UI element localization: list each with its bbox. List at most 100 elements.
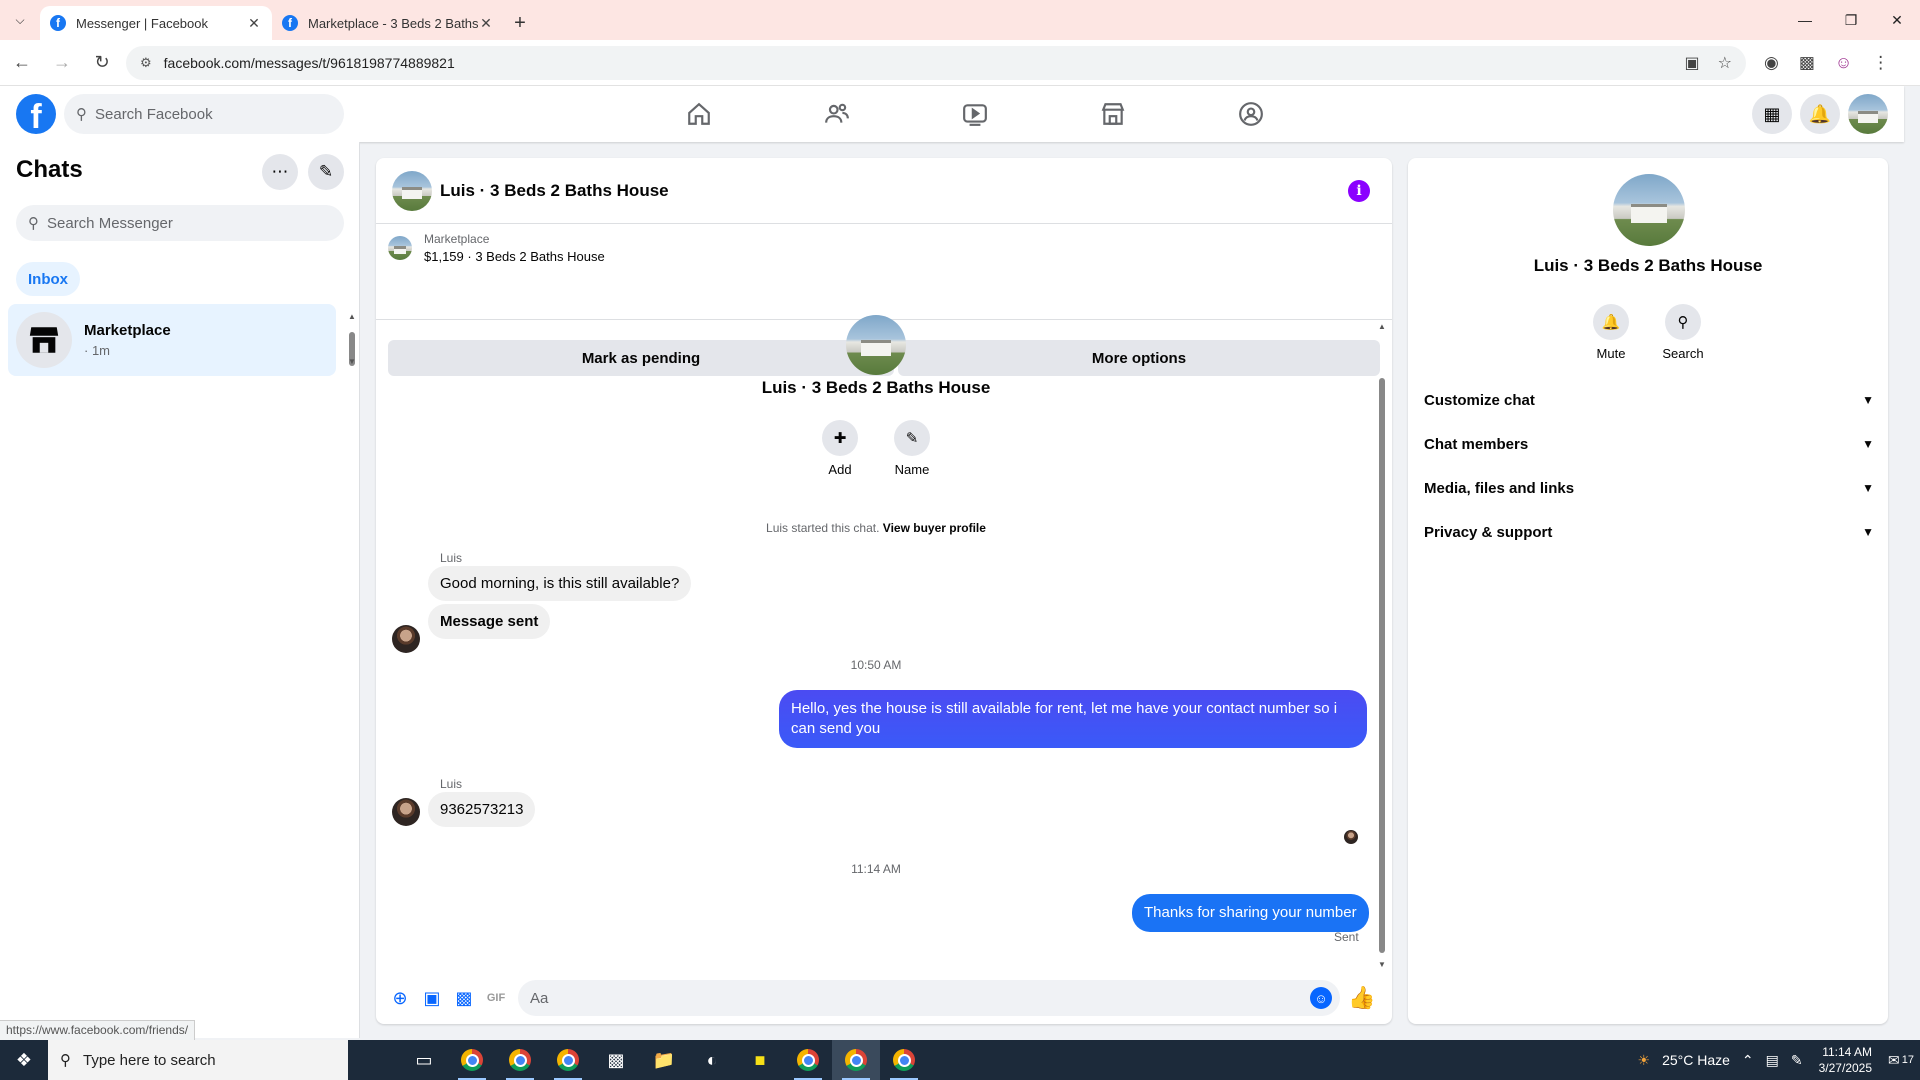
outgoing-message[interactable]: Thanks for sharing your number: [1132, 894, 1369, 932]
restore-icon[interactable]: ❐: [1828, 0, 1874, 40]
search-placeholder: Search Facebook: [95, 105, 213, 123]
chrome-app-icon[interactable]: [496, 1040, 544, 1080]
new-message-icon[interactable]: ✎: [308, 154, 344, 190]
chrome-app-icon[interactable]: [544, 1040, 592, 1080]
friends-icon[interactable]: [768, 86, 906, 142]
close-window-icon[interactable]: ✕: [1874, 0, 1920, 40]
sender-avatar[interactable]: [392, 798, 420, 826]
chevron-down-icon: ▼: [1862, 525, 1874, 539]
incoming-message[interactable]: 9362573213: [428, 792, 536, 827]
mute-button[interactable]: 🔔 Mute: [1576, 304, 1646, 361]
name-chat-button[interactable]: ✎ Name: [882, 420, 942, 477]
forward-icon[interactable]: →: [44, 45, 80, 81]
profile-icon[interactable]: ☺: [1835, 53, 1852, 73]
close-tab-icon[interactable]: ✕: [246, 15, 262, 32]
notifications-bell-icon[interactable]: 🔔: [1800, 94, 1840, 134]
video-icon[interactable]: [906, 86, 1044, 142]
chat-members-section[interactable]: Chat members ▼: [1424, 426, 1874, 462]
account-avatar[interactable]: [1848, 94, 1888, 134]
clock[interactable]: 11:14 AM 3/27/2025: [1809, 1044, 1882, 1076]
task-view-icon[interactable]: ▭: [400, 1040, 448, 1080]
info-icon[interactable]: i: [1348, 180, 1370, 202]
minimize-icon[interactable]: —: [1782, 0, 1828, 40]
install-app-icon[interactable]: ▣: [1685, 53, 1700, 73]
browser-menu-icon[interactable]: ⋮: [1872, 53, 1889, 73]
sender-name: Luis: [440, 777, 463, 791]
conversation-title[interactable]: Luis · 3 Beds 2 Baths House: [440, 181, 669, 201]
outgoing-message[interactable]: Hello, yes the house is still available …: [779, 690, 1367, 748]
chrome-app-icon[interactable]: [880, 1040, 928, 1080]
facebook-favicon-icon: f: [50, 15, 66, 31]
chrome-app-icon[interactable]: [784, 1040, 832, 1080]
chat-started-notice: Luis started this chat. View buyer profi…: [376, 521, 1376, 535]
more-options-icon[interactable]: ⋯: [262, 154, 298, 190]
attach-image-icon[interactable]: ▣: [416, 982, 448, 1014]
sidebar-scrollbar[interactable]: ▲ ▼: [348, 312, 356, 367]
thumbs-up-icon[interactable]: 👍: [1348, 985, 1375, 1011]
sticker-icon[interactable]: ▩: [448, 982, 480, 1014]
gif-icon[interactable]: GIF: [480, 982, 512, 1014]
inbox-filter-button[interactable]: Inbox: [16, 262, 80, 296]
facebook-logo-icon[interactable]: f: [16, 94, 56, 134]
plus-circle-icon[interactable]: ⊕: [384, 982, 416, 1014]
pen-icon[interactable]: ✎: [1785, 1052, 1809, 1069]
close-tab-icon[interactable]: ✕: [478, 15, 494, 32]
sticky-notes-icon[interactable]: ■: [736, 1040, 784, 1080]
incoming-message[interactable]: Message sent: [428, 604, 551, 639]
scroll-down-icon[interactable]: ▼: [348, 357, 356, 366]
tab-marketplace[interactable]: f Marketplace - 3 Beds 2 Baths H ✕: [272, 6, 504, 40]
file-explorer-icon[interactable]: 📁: [640, 1040, 688, 1080]
chat-scrollbar[interactable]: ▲ ▼: [1376, 320, 1388, 972]
site-info-icon[interactable]: ⚙: [140, 55, 152, 71]
menu-grid-icon[interactable]: ▦: [1752, 94, 1792, 134]
add-people-button[interactable]: ✚ Add: [810, 420, 870, 477]
extension-icon[interactable]: ◉: [1764, 53, 1779, 73]
network-icon[interactable]: ▤: [1760, 1052, 1785, 1069]
listing-price[interactable]: $1,159 · 3 Beds 2 Baths House: [424, 249, 605, 264]
privacy-support-section[interactable]: Privacy & support ▼: [1424, 514, 1874, 550]
reload-icon[interactable]: ↻: [84, 45, 120, 81]
sent-status: Sent: [1334, 930, 1359, 944]
scroll-up-icon[interactable]: ▲: [348, 312, 356, 321]
home-icon[interactable]: [630, 86, 768, 142]
new-tab-button[interactable]: +: [504, 6, 536, 40]
weather-text[interactable]: 25°C Haze: [1656, 1052, 1736, 1068]
incoming-message[interactable]: Good morning, is this still available?: [428, 566, 692, 601]
conversation-avatar[interactable]: [392, 170, 432, 211]
show-hidden-icons-chevron-icon[interactable]: ⌃: [1736, 1052, 1760, 1069]
listing-thumbnail[interactable]: [388, 236, 412, 260]
app-icon[interactable]: ▩: [592, 1040, 640, 1080]
back-icon[interactable]: ←: [4, 45, 40, 81]
chrome-app-icon[interactable]: [832, 1040, 880, 1080]
profile-avatar[interactable]: [1613, 174, 1685, 246]
scrollbar-thumb[interactable]: [1379, 378, 1385, 953]
extensions-puzzle-icon[interactable]: ▩: [1799, 53, 1815, 73]
search-conversation-button[interactable]: ⚲ Search: [1648, 304, 1718, 361]
sender-avatar[interactable]: [392, 625, 420, 653]
search-messenger-input[interactable]: ⚲ Search Messenger: [16, 205, 344, 241]
customize-chat-section[interactable]: Customize chat ▼: [1424, 382, 1874, 418]
clock-date: 3/27/2025: [1818, 1061, 1873, 1075]
primary-nav: [630, 86, 1320, 142]
app-icon[interactable]: ◐: [688, 1040, 736, 1080]
taskbar-search-input[interactable]: ⚲ Type here to search: [48, 1040, 348, 1080]
window-controls: — ❐ ✕: [1782, 0, 1920, 40]
scroll-up-icon[interactable]: ▲: [1378, 322, 1386, 331]
windows-start-icon[interactable]: ❖: [0, 1040, 48, 1080]
message-input[interactable]: Aa ☺: [518, 980, 1340, 1016]
groups-icon[interactable]: [1182, 86, 1320, 142]
media-files-links-section[interactable]: Media, files and links ▼: [1424, 470, 1874, 506]
tab-search-chevron-icon[interactable]: ⌵: [0, 0, 40, 40]
marketplace-icon[interactable]: [1044, 86, 1182, 142]
facebook-search-input[interactable]: ⚲ Search Facebook: [64, 94, 344, 134]
scroll-down-icon[interactable]: ▼: [1378, 960, 1386, 969]
weather-icon[interactable]: ☀: [1632, 1052, 1657, 1069]
started-text: Luis started this chat.: [766, 521, 880, 535]
view-buyer-profile-link[interactable]: View buyer profile: [883, 521, 986, 535]
address-bar[interactable]: ⚙ facebook.com/messages/t/96181987748898…: [126, 45, 1746, 80]
bookmark-star-icon[interactable]: ☆: [1718, 53, 1732, 73]
tab-messenger[interactable]: f Messenger | Facebook ✕: [40, 6, 272, 40]
chat-list-item[interactable]: Marketplace · 1m: [8, 304, 336, 376]
chrome-app-icon[interactable]: [448, 1040, 496, 1080]
emoji-icon[interactable]: ☺: [1310, 987, 1332, 1009]
